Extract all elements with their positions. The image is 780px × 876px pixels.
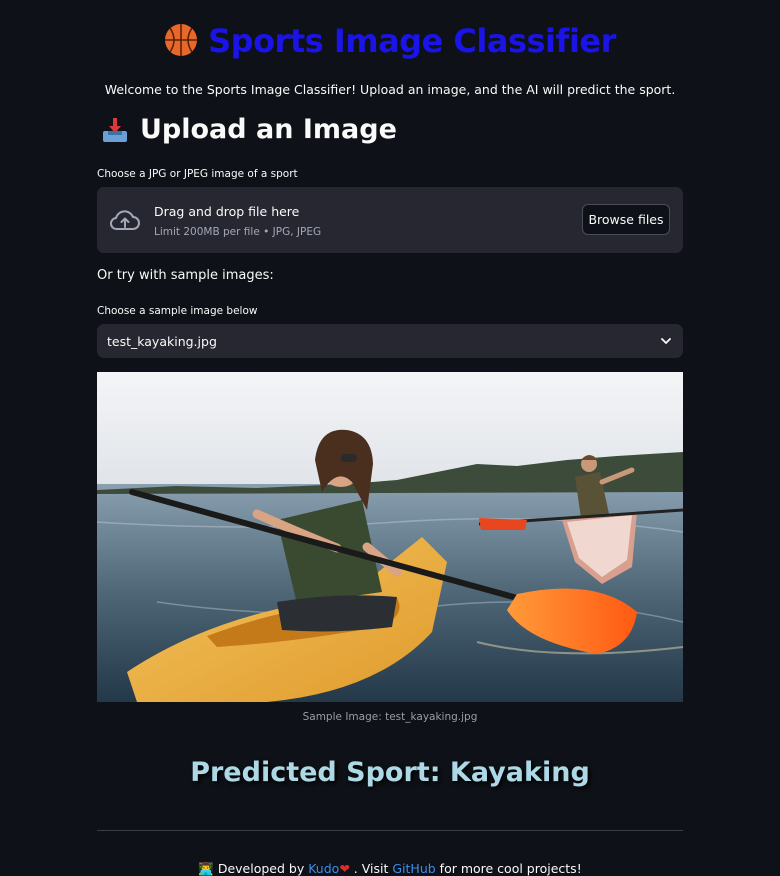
- footer-prefix: Developed by: [217, 861, 305, 876]
- dropzone-limit: Limit 200MB per file • JPG, JPEG: [154, 226, 322, 238]
- app-page: Sports Image Classifier Welcome to the S…: [0, 0, 780, 876]
- cloud-upload-icon: [110, 210, 140, 230]
- sample-select-label: Choose a sample image below: [97, 305, 258, 317]
- sample-image-select[interactable]: test_kayaking.jpg: [97, 324, 683, 358]
- sample-intro-text: Or try with sample images:: [97, 268, 274, 283]
- page-title: Sports Image Classifier: [0, 22, 780, 60]
- chevron-down-icon: [661, 338, 671, 344]
- footer-divider: [97, 830, 683, 831]
- upload-heading-text: Upload an Image: [140, 114, 397, 145]
- basketball-icon: [165, 24, 198, 56]
- prediction-result: Predicted Sport: Kayaking: [190, 757, 590, 788]
- github-link[interactable]: GitHub: [392, 861, 435, 876]
- sample-image-caption: Sample Image: test_kayaking.jpg: [302, 711, 478, 723]
- footer: 👨‍💻 Developed by Kudo❤ . Visit GitHub fo…: [0, 861, 780, 876]
- sample-image: [97, 372, 683, 702]
- dropzone-instructions: Drag and drop file here: [154, 204, 300, 219]
- sample-select-value: test_kayaking.jpg: [107, 333, 217, 349]
- technologist-icon: 👨‍💻: [198, 861, 214, 876]
- uploader-label: Choose a JPG or JPEG image of a sport: [97, 168, 298, 180]
- inbox-tray-icon: [103, 117, 127, 142]
- heart-icon: ❤: [339, 861, 350, 876]
- upload-heading: Upload an Image: [100, 114, 397, 145]
- welcome-text: Welcome to the Sports Image Classifier! …: [104, 82, 676, 97]
- browse-files-button[interactable]: Browse files: [582, 204, 670, 235]
- author-link[interactable]: Kudo: [308, 861, 339, 876]
- footer-visit-text: . Visit: [353, 861, 389, 876]
- file-dropzone[interactable]: Drag and drop file here Limit 200MB per …: [97, 187, 683, 253]
- footer-suffix: for more cool projects!: [439, 861, 582, 876]
- page-title-text: Sports Image Classifier: [208, 22, 616, 60]
